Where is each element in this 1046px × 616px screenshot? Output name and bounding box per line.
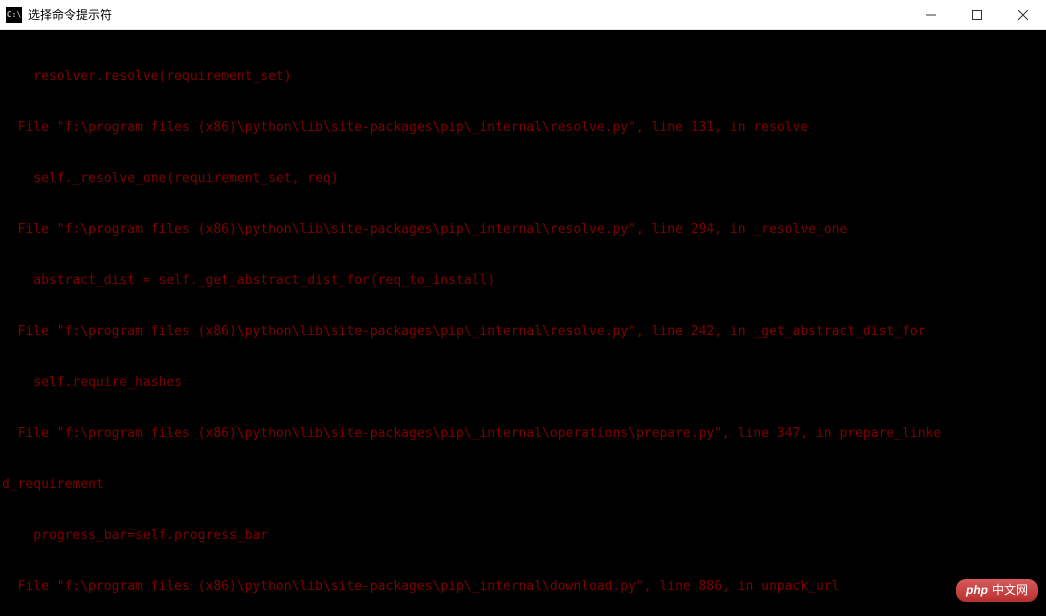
terminal-line: progress_bar=self.progress_bar: [2, 527, 1044, 544]
watermark-text: 中文网: [992, 582, 1028, 599]
close-button[interactable]: [1000, 0, 1046, 29]
close-icon: [1018, 10, 1028, 20]
terminal-output[interactable]: resolver.resolve(requirement_set) File "…: [0, 30, 1046, 616]
terminal-line: d_requirement: [2, 476, 1044, 493]
terminal-line: resolver.resolve(requirement_set): [2, 68, 1044, 85]
minimize-button[interactable]: [908, 0, 954, 29]
app-icon: C:\: [6, 7, 22, 23]
maximize-icon: [972, 10, 982, 20]
maximize-button[interactable]: [954, 0, 1000, 29]
watermark-logo: php: [966, 582, 988, 599]
window-title: 选择命令提示符: [28, 6, 908, 23]
minimize-icon: [926, 10, 936, 20]
window-controls: [908, 0, 1046, 29]
titlebar[interactable]: C:\ 选择命令提示符: [0, 0, 1046, 30]
terminal-line: abstract_dist = self._get_abstract_dist_…: [2, 272, 1044, 289]
terminal-line: self._resolve_one(requirement_set, req): [2, 170, 1044, 187]
terminal-line: File "f:\program files (x86)\python\lib\…: [2, 323, 1044, 340]
terminal-line: self.require_hashes: [2, 374, 1044, 391]
terminal-line: File "f:\program files (x86)\python\lib\…: [2, 221, 1044, 238]
watermark-badge: php 中文网: [956, 579, 1038, 602]
command-prompt-window: C:\ 选择命令提示符 resolver.resolve(requirement…: [0, 0, 1046, 616]
terminal-line: File "f:\program files (x86)\python\lib\…: [2, 578, 1044, 595]
terminal-line: File "f:\program files (x86)\python\lib\…: [2, 425, 1044, 442]
terminal-line: File "f:\program files (x86)\python\lib\…: [2, 119, 1044, 136]
